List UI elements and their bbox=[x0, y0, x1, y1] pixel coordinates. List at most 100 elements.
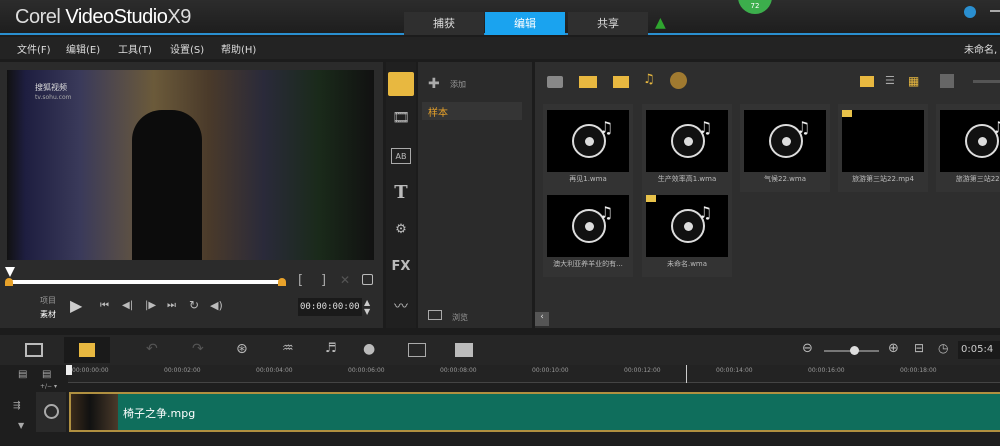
menu-file[interactable]: 文件(F) bbox=[17, 41, 51, 56]
video-track-header[interactable] bbox=[36, 392, 66, 432]
tab-capture[interactable]: 捕获 bbox=[404, 12, 484, 35]
clip-label: 椅子之争.mpg bbox=[123, 407, 196, 420]
track-expand-icon[interactable]: ▼ bbox=[18, 421, 24, 430]
library-item[interactable]: ♫ 生产效率高1.wma bbox=[642, 104, 732, 192]
library-item[interactable]: 旅游第三站22.mp4 bbox=[838, 104, 928, 192]
fit-project-icon[interactable]: ⊟ bbox=[914, 341, 924, 355]
trim-out-handle[interactable] bbox=[278, 278, 286, 286]
clip-thumbnail bbox=[71, 394, 118, 430]
timecode-field[interactable]: 00:00:00:00 bbox=[298, 298, 362, 316]
library-item[interactable]: ♫ 旅游第三站22... bbox=[936, 104, 1000, 192]
fx-icon[interactable]: FX bbox=[388, 259, 414, 274]
folder-item[interactable]: 样本 bbox=[422, 102, 522, 120]
show-audio-icon[interactable]: ♫ bbox=[643, 72, 655, 87]
browse-icon[interactable] bbox=[428, 310, 442, 320]
transition-icon[interactable]: AB bbox=[391, 148, 411, 164]
sound-mixer-icon[interactable]: ♒ bbox=[282, 341, 294, 356]
library-item[interactable]: ♫ 气候22.wma bbox=[740, 104, 830, 192]
enlarge-preview-icon[interactable] bbox=[362, 274, 373, 285]
menu-tools[interactable]: 工具(T) bbox=[118, 41, 152, 56]
library-item[interactable]: ♫ 澳大利亚养羊业的有... bbox=[543, 189, 633, 277]
upgrade-arrow-icon[interactable]: ▲ bbox=[655, 15, 666, 31]
video-figure bbox=[132, 110, 202, 260]
library-item-label: 再见1.wma bbox=[569, 175, 607, 183]
ruler-marker bbox=[686, 365, 687, 383]
multi-camera-icon[interactable] bbox=[455, 343, 473, 357]
redo-icon[interactable]: ↷ bbox=[192, 341, 204, 357]
record-capture-icon[interactable]: ⊛ bbox=[236, 341, 248, 357]
motion-tracking-icon[interactable]: ● bbox=[363, 341, 375, 357]
settings-globe-icon[interactable] bbox=[964, 6, 976, 18]
ruler-tick-label: 00:00:02:00 bbox=[164, 367, 201, 374]
path-icon[interactable]: 〰 bbox=[388, 296, 414, 316]
menu-help[interactable]: 帮助(H) bbox=[221, 41, 256, 56]
track-manager-icon[interactable]: ▤ bbox=[18, 369, 27, 380]
thumbnail-image: ♫ bbox=[646, 195, 728, 257]
scroll-left-button[interactable]: ‹ bbox=[535, 312, 549, 326]
end-icon[interactable]: ⏭ bbox=[167, 300, 176, 311]
app-logo: Corel VideoStudioX9 bbox=[15, 6, 191, 28]
sort-icon[interactable] bbox=[940, 74, 954, 88]
clock-icon: ◷ bbox=[938, 341, 949, 355]
project-mode-label[interactable]: 项目 bbox=[40, 295, 56, 306]
ruler-tick-label: 00:00:16:00 bbox=[808, 367, 845, 374]
video-clip[interactable]: 椅子之争.mpg bbox=[69, 392, 1000, 432]
graphics-icon[interactable]: ⚙ bbox=[388, 222, 414, 237]
music-note-icon: ♫ bbox=[698, 203, 713, 222]
thumbnail-size-slider[interactable] bbox=[973, 80, 1000, 83]
title-icon[interactable]: T bbox=[388, 182, 414, 203]
split-clip-icon[interactable]: ✕ bbox=[340, 273, 350, 287]
library-item[interactable]: ♫ 再见1.wma bbox=[543, 104, 633, 192]
folder-icon[interactable] bbox=[547, 76, 563, 88]
music-note-icon: ♫ bbox=[796, 118, 811, 137]
storyboard-view-button[interactable] bbox=[25, 343, 43, 357]
show-photo-icon[interactable] bbox=[613, 76, 629, 88]
add-folder-button[interactable]: 添加 bbox=[450, 79, 466, 90]
timecode-stepper[interactable]: ▲ ▼ bbox=[364, 298, 370, 316]
menu-edit[interactable]: 编辑(E) bbox=[66, 41, 100, 56]
ruler-tick-label: 00:00:18:00 bbox=[900, 367, 937, 374]
library-item-label: 未命名.wma bbox=[666, 260, 708, 268]
mark-out-button[interactable]: ] bbox=[321, 273, 326, 288]
tab-edit[interactable]: 编辑 bbox=[485, 12, 565, 35]
list-view-icon[interactable]: ☰ bbox=[885, 74, 895, 87]
zoom-in-icon[interactable]: ⊕ bbox=[888, 341, 899, 356]
ripple-edit-icon[interactable]: ⇶ bbox=[13, 401, 21, 411]
watermark-url: tv.sohu.com bbox=[35, 94, 72, 101]
playhead-handle[interactable] bbox=[5, 267, 15, 277]
add-remove-tracks[interactable]: +/− ▾ bbox=[40, 383, 57, 390]
menu-settings[interactable]: 设置(S) bbox=[170, 41, 204, 56]
ruler-tick-label: 00:00:12:00 bbox=[624, 367, 661, 374]
clip-mode-label[interactable]: 素材 bbox=[40, 309, 56, 320]
player-panel: 搜狐视频 tv.sohu.com [ ] ✕ 项目 素材 ▶ ⏮ ◀| |▶ ⏭… bbox=[0, 62, 383, 328]
zoom-slider[interactable] bbox=[824, 346, 879, 355]
zoom-out-icon[interactable]: ⊖ bbox=[802, 341, 813, 356]
repeat-icon[interactable]: ↻ bbox=[189, 298, 199, 312]
zoom-slider-handle[interactable] bbox=[850, 346, 860, 355]
home-icon[interactable]: ⏮ bbox=[100, 300, 109, 311]
undo-icon[interactable]: ↶ bbox=[146, 341, 158, 357]
chapter-icon[interactable]: ▤ bbox=[42, 369, 51, 380]
library-item[interactable]: ♫ 未命名.wma bbox=[642, 189, 732, 277]
browse-button[interactable]: 浏览 bbox=[452, 312, 468, 323]
instant-project-icon[interactable]: 🎞 bbox=[388, 110, 414, 126]
play-icon[interactable]: ▶ bbox=[70, 296, 82, 315]
minimize-button[interactable] bbox=[990, 10, 1000, 12]
media-icon[interactable] bbox=[388, 72, 414, 96]
next-frame-icon[interactable]: |▶ bbox=[145, 300, 156, 311]
mark-in-button[interactable]: [ bbox=[298, 273, 303, 288]
subtitle-editor-icon[interactable] bbox=[408, 343, 426, 357]
video-preview[interactable]: 搜狐视频 tv.sohu.com bbox=[7, 70, 374, 260]
trim-in-handle[interactable] bbox=[5, 278, 13, 286]
sort-options-icon[interactable] bbox=[670, 72, 687, 89]
volume-icon[interactable]: ◀) bbox=[210, 299, 223, 312]
timeline-view-button[interactable] bbox=[64, 337, 110, 363]
show-video-icon[interactable] bbox=[579, 76, 597, 88]
previous-frame-icon[interactable]: ◀| bbox=[122, 300, 133, 311]
auto-music-icon[interactable]: ♬ bbox=[325, 341, 337, 356]
tab-share[interactable]: 共享 bbox=[568, 12, 648, 35]
scrub-bar[interactable] bbox=[10, 280, 282, 284]
add-folder-icon[interactable]: ✚ bbox=[428, 76, 440, 92]
storyboard-view-icon[interactable] bbox=[860, 76, 874, 87]
thumbnail-view-icon[interactable]: ▦ bbox=[908, 74, 919, 88]
